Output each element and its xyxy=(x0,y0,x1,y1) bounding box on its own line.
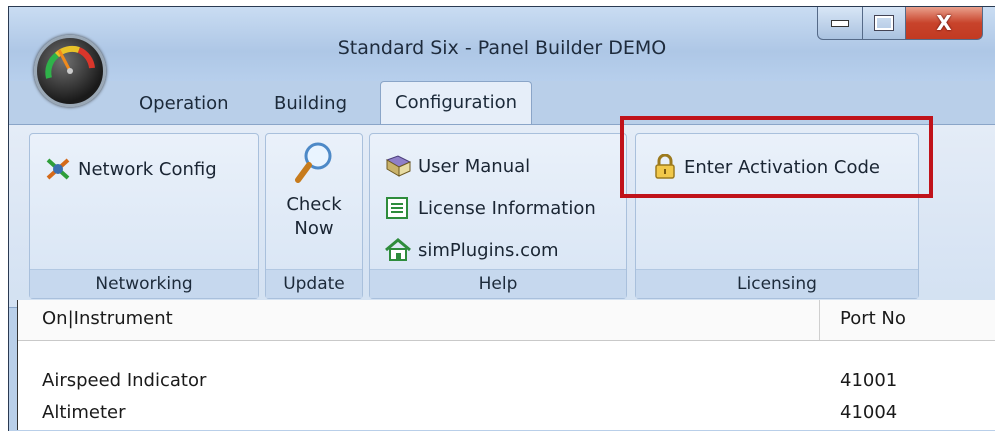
tab-operation[interactable]: Operation xyxy=(139,93,229,114)
group-label-licensing: Licensing xyxy=(636,269,918,298)
column-divider[interactable] xyxy=(819,300,820,340)
maximize-button[interactable] xyxy=(863,7,906,40)
group-update: Check Now Update xyxy=(265,133,363,299)
tab-building[interactable]: Building xyxy=(274,93,347,114)
group-help: User Manual License Information simPlugi… xyxy=(369,133,627,299)
instrument-name: Airspeed Indicator xyxy=(42,370,207,391)
tab-configuration[interactable]: Configuration xyxy=(380,81,533,126)
table-row[interactable]: Airspeed Indicator 41001 xyxy=(18,370,995,398)
instrument-list: On|Instrument Port No Airspeed Indicator… xyxy=(17,300,995,430)
network-config-label: Network Config xyxy=(78,158,217,180)
port-number: 41001 xyxy=(840,370,898,391)
minimize-button[interactable] xyxy=(817,7,863,40)
magnifier-icon xyxy=(295,142,332,183)
simplugins-website-link[interactable]: simPlugins.com xyxy=(384,238,559,262)
simplugins-website-label: simPlugins.com xyxy=(418,239,559,261)
list-header: On|Instrument Port No xyxy=(18,300,995,341)
column-header-port[interactable]: Port No xyxy=(840,308,906,329)
maximize-icon xyxy=(874,15,894,31)
network-plug-icon xyxy=(46,158,70,180)
close-icon: X xyxy=(936,11,952,35)
group-label-help: Help xyxy=(370,269,626,298)
check-now-label-2: Now xyxy=(294,218,334,239)
instrument-name: Altimeter xyxy=(42,402,126,423)
group-networking: Network Config Networking xyxy=(29,133,259,299)
window-controls: X xyxy=(817,7,983,40)
column-header-instrument[interactable]: On|Instrument xyxy=(42,308,173,329)
port-number: 41004 xyxy=(840,402,898,423)
user-manual-label: User Manual xyxy=(418,155,531,177)
close-button[interactable]: X xyxy=(906,7,983,40)
home-icon xyxy=(385,238,411,261)
check-now-label-1: Check xyxy=(286,194,342,215)
window-title: Standard Six - Panel Builder DEMO xyxy=(337,37,667,59)
book-icon xyxy=(385,155,412,177)
license-information-label: License Information xyxy=(418,197,596,219)
license-list-icon xyxy=(386,197,408,219)
check-now-button[interactable]: Check Now xyxy=(266,140,362,241)
group-label-update: Update xyxy=(266,269,362,298)
title-bar[interactable]: Standard Six - Panel Builder DEMO X xyxy=(9,7,995,81)
network-config-button[interactable]: Network Config xyxy=(44,156,217,182)
group-label-networking: Networking xyxy=(30,269,258,298)
table-row[interactable]: Altimeter 41004 xyxy=(18,402,995,430)
highlight-annotation-box xyxy=(620,116,933,198)
user-manual-button[interactable]: User Manual xyxy=(384,154,530,178)
minimize-icon xyxy=(831,19,849,27)
license-information-button[interactable]: License Information xyxy=(384,196,596,220)
